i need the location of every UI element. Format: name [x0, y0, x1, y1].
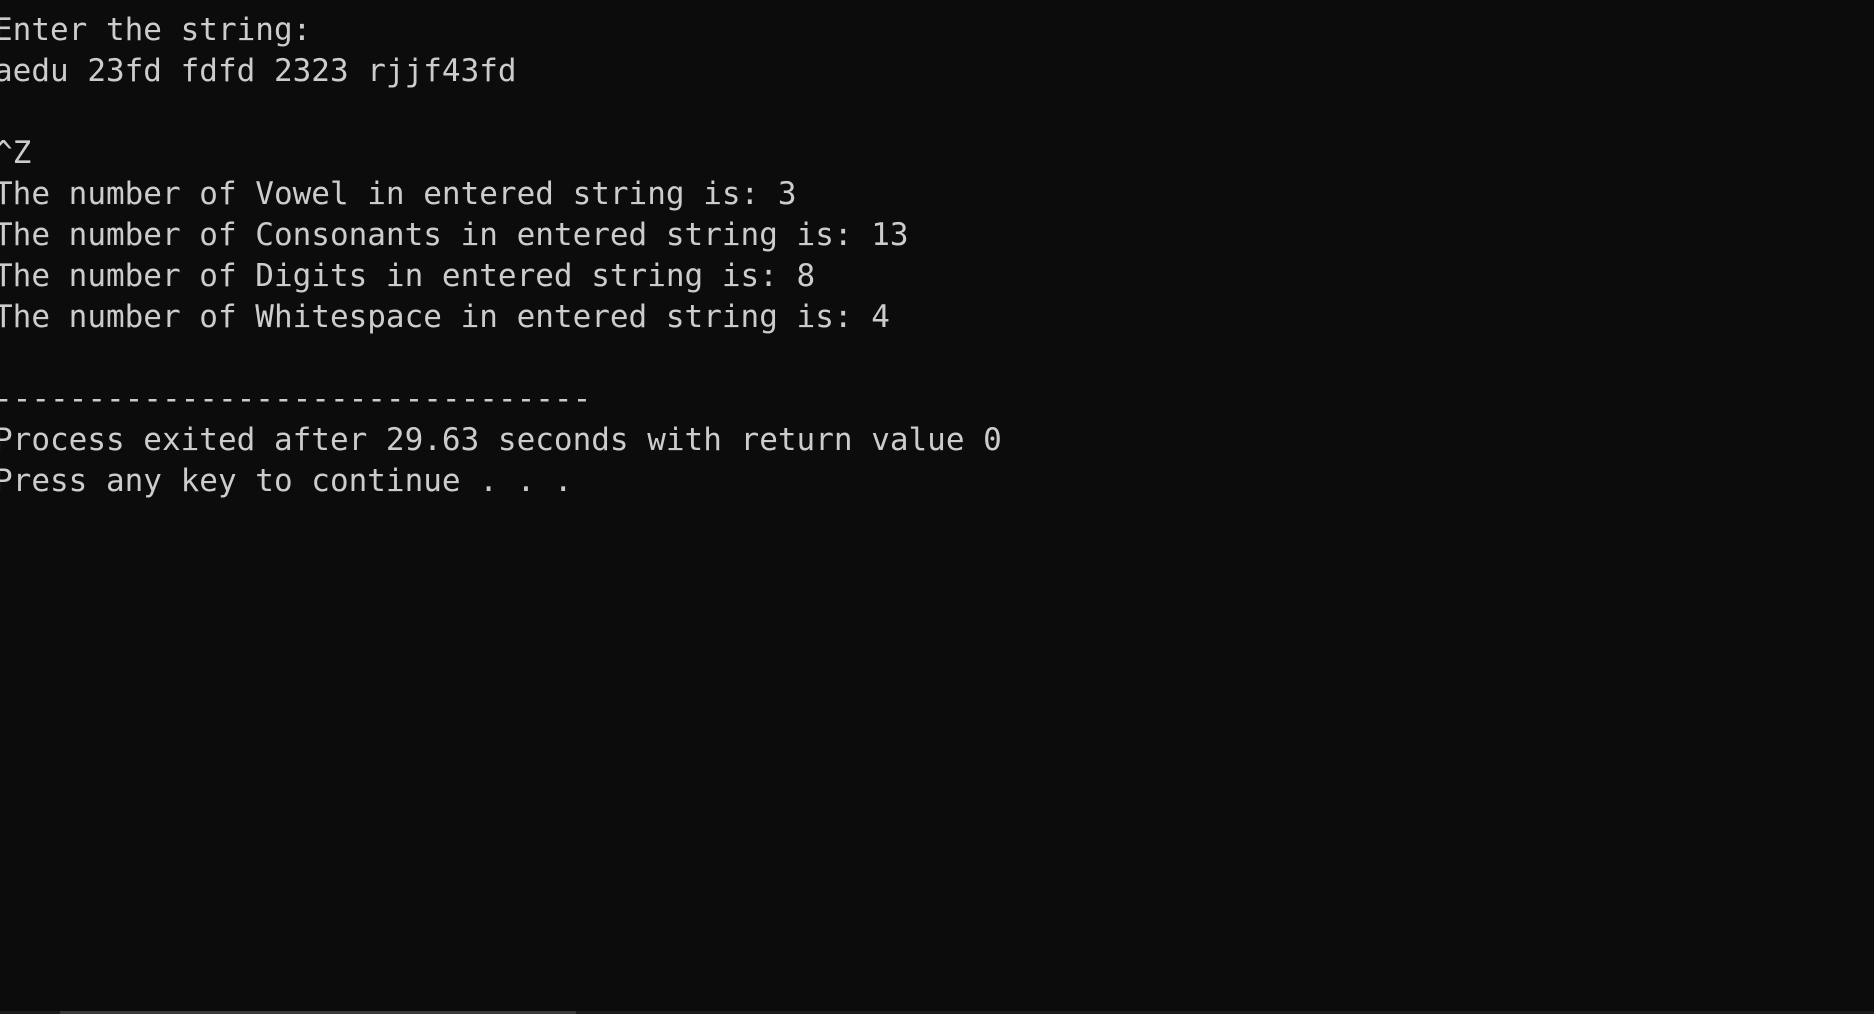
- consonant-count-line: The number of Consonants in entered stri…: [0, 217, 909, 253]
- console-window[interactable]: Enter the string: aedu 23fd fdfd 2323 rj…: [0, 0, 1874, 1014]
- vowel-count-line: The number of Vowel in entered string is…: [0, 176, 797, 212]
- press-key-line: Press any key to continue . . .: [0, 463, 573, 499]
- whitespace-count-line: The number of Whitespace in entered stri…: [0, 299, 890, 335]
- separator-line: --------------------------------: [0, 381, 592, 417]
- process-exit-line: Process exited after 29.63 seconds with …: [0, 422, 1002, 458]
- input-line: aedu 23fd fdfd 2323 rjjf43fd: [0, 53, 517, 89]
- console-output: Enter the string: aedu 23fd fdfd 2323 rj…: [0, 10, 1874, 502]
- eof-line: ^Z: [0, 135, 32, 171]
- prompt-line: Enter the string:: [0, 12, 312, 48]
- digit-count-line: The number of Digits in entered string i…: [0, 258, 816, 294]
